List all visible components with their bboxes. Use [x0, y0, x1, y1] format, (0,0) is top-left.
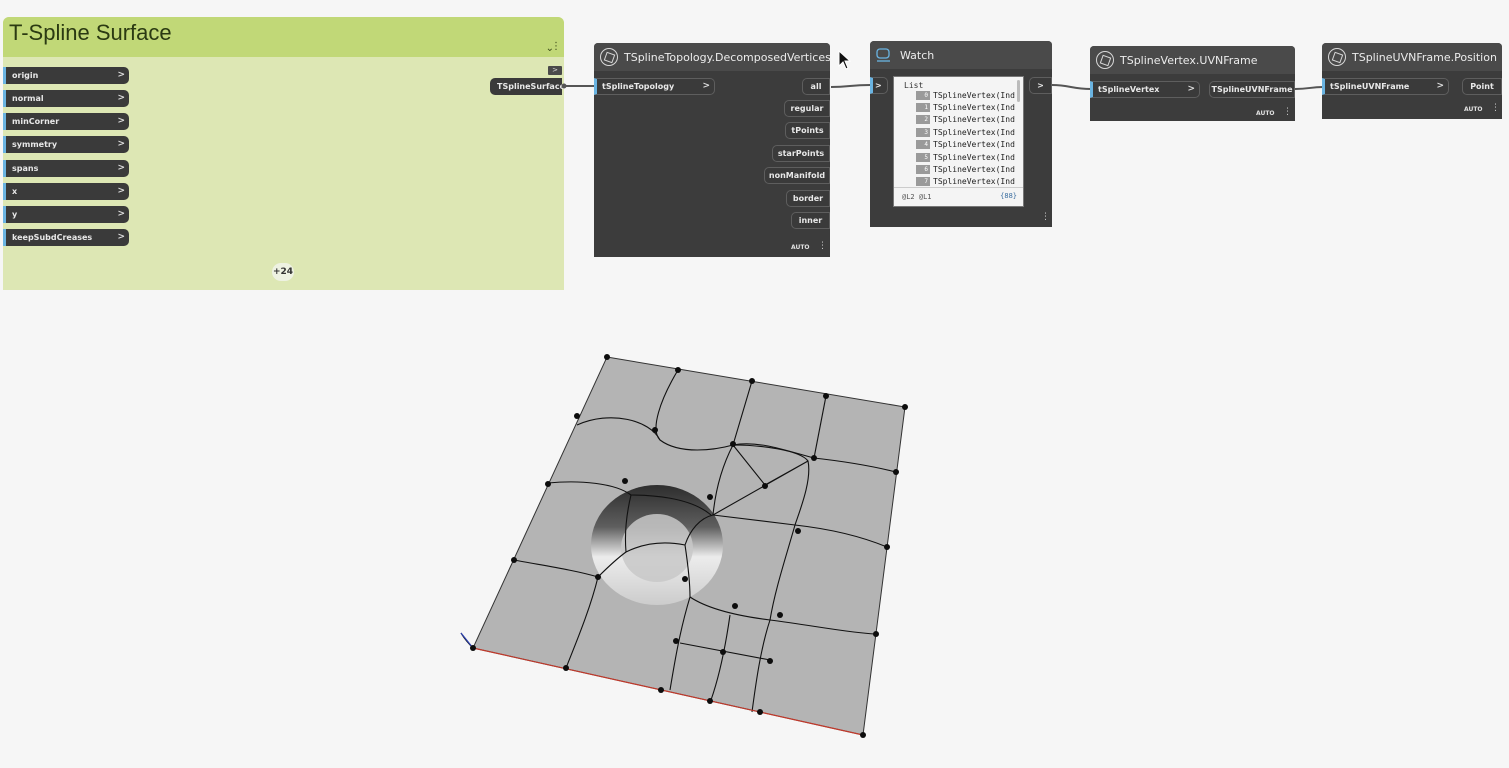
surface-dent-center [621, 514, 693, 582]
geometry-preview-canvas[interactable] [0, 0, 1509, 768]
